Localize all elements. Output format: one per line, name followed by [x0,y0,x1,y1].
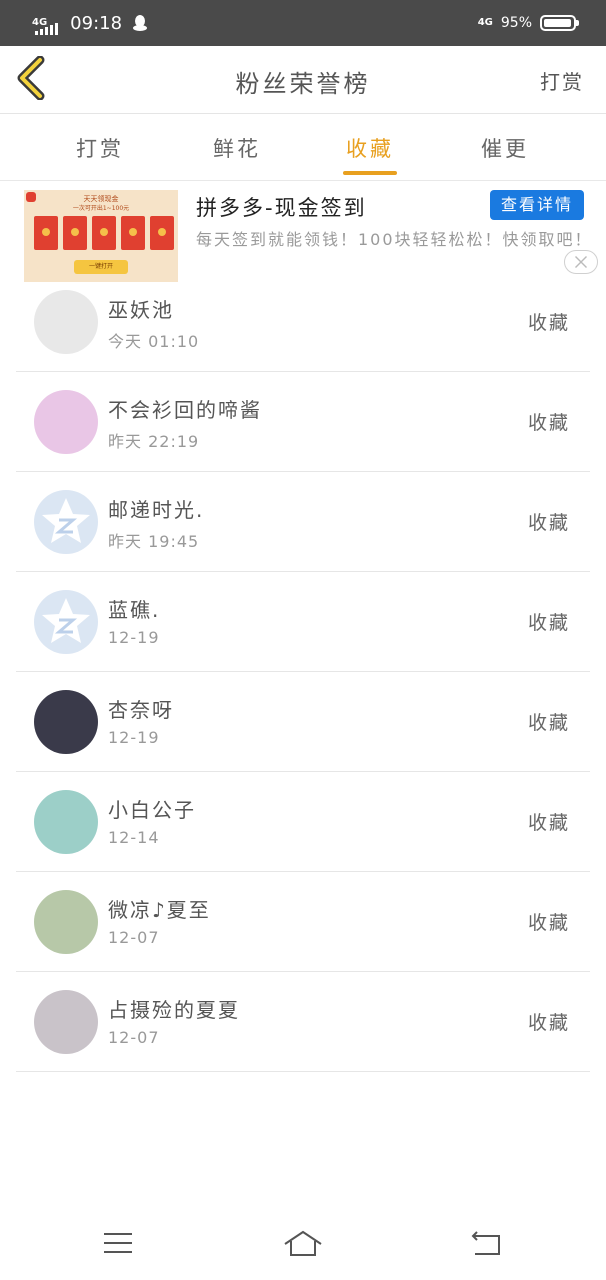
action-label: 收藏 [527,1012,570,1034]
action-label: 收藏 [527,912,570,934]
user-name: 微凉♪夏至 [108,898,211,922]
tab-flowers[interactable]: 鲜花 [187,133,287,163]
list-item[interactable]: 微凉♪夏至 12-07 收藏 [16,872,590,972]
tab-reward[interactable]: 打赏 [50,133,150,163]
system-nav-bar [0,1210,606,1280]
red-envelopes [34,216,174,250]
timestamp: 今天 01:10 [108,332,200,351]
ad-image-subtitle: 一次可开出1~100元 [72,205,130,212]
ad-description: 每天签到就能领钱！100块轻轻松松！快领取吧！ [196,230,593,249]
list-item[interactable]: 不会衫回的啼酱 昨天 22:19 收藏 [16,372,590,472]
timestamp: 12-14 [108,828,160,847]
home-icon[interactable] [283,1228,323,1258]
list-item[interactable]: 邮递时光. 昨天 19:45 收藏 [16,472,590,572]
tab-urge-update[interactable]: 催更 [455,133,555,163]
user-name: 杏奈呀 [108,698,174,722]
user-name: 小白公子 [108,798,196,822]
user-name: 蓝礁. [108,598,161,622]
avatar[interactable] [34,890,98,954]
avatar[interactable] [34,690,98,754]
network-type-right: 4G [477,17,493,28]
ad-image[interactable]: 天天领现金 一次可开出1~100元 一键打开 [24,190,178,282]
status-right: 4G 95% [477,10,579,36]
favorites-list: 巫妖池 今天 01:10 收藏 不会衫回的啼酱 昨天 22:19 收藏 邮递时光… [16,286,590,1072]
list-item[interactable]: 杏奈呀 12-19 收藏 [16,672,590,772]
ad-title[interactable]: 拼多多-现金签到 [196,192,367,222]
timestamp: 昨天 22:19 [108,432,200,451]
action-label: 收藏 [527,712,570,734]
battery-fill [544,19,571,27]
reward-button[interactable]: 打赏 [540,66,584,95]
list-item[interactable]: 巫妖池 今天 01:10 收藏 [16,286,590,372]
battery-icon [540,15,579,31]
clock: 09:18 [70,12,123,34]
page-title: 粉丝荣誉榜 [235,70,371,98]
list-item[interactable]: 蓝礁. 12-19 收藏 [16,572,590,672]
avatar[interactable] [34,790,98,854]
action-label: 收藏 [527,312,570,334]
default-avatar-icon [42,498,90,543]
action-label: 收藏 [527,412,570,434]
back-icon[interactable] [467,1228,507,1258]
ad-banner[interactable]: 天天领现金 一次可开出1~100元 一键打开 拼多多-现金签到 查看详情 每天签… [0,182,606,286]
user-name: 邮递时光. [108,498,205,522]
avatar[interactable] [34,290,98,354]
action-label: 收藏 [527,512,570,534]
status-bar: 4G 09:18 4G 95% [0,0,606,46]
list-item[interactable]: 小白公子 12-14 收藏 [16,772,590,872]
avatar[interactable] [34,990,98,1054]
close-icon[interactable] [564,250,598,274]
user-name: 占摄殓的夏夏 [108,998,240,1022]
qq-icon [133,15,148,31]
timestamp: 12-07 [108,928,160,947]
active-tab-indicator [343,171,397,175]
tab-bar: 打赏 鲜花 收藏 催更 [0,115,606,181]
tab-favorites[interactable]: 收藏 [320,133,420,163]
battery-percent: 95% [500,15,532,31]
action-label: 收藏 [527,612,570,634]
avatar[interactable] [34,390,98,454]
header: 粉丝荣誉榜 打赏 [0,46,606,114]
user-name: 不会衫回的啼酱 [108,398,262,422]
timestamp: 12-19 [108,628,160,647]
timestamp: 12-07 [108,1028,160,1047]
avatar[interactable] [34,590,98,654]
menu-icon[interactable] [98,1228,138,1258]
avatar[interactable] [34,490,98,554]
timestamp: 昨天 19:45 [108,532,200,551]
default-avatar-icon [42,598,90,643]
list-item[interactable]: 占摄殓的夏夏 12-07 收藏 [16,972,590,1072]
action-label: 收藏 [527,812,570,834]
ad-view-details-button[interactable]: 查看详情 [490,190,584,220]
status-left: 4G 09:18 [32,10,148,36]
signal-icon [35,23,59,35]
ad-image-button: 一键打开 [74,260,128,274]
user-name: 巫妖池 [108,298,174,322]
timestamp: 12-19 [108,728,160,747]
